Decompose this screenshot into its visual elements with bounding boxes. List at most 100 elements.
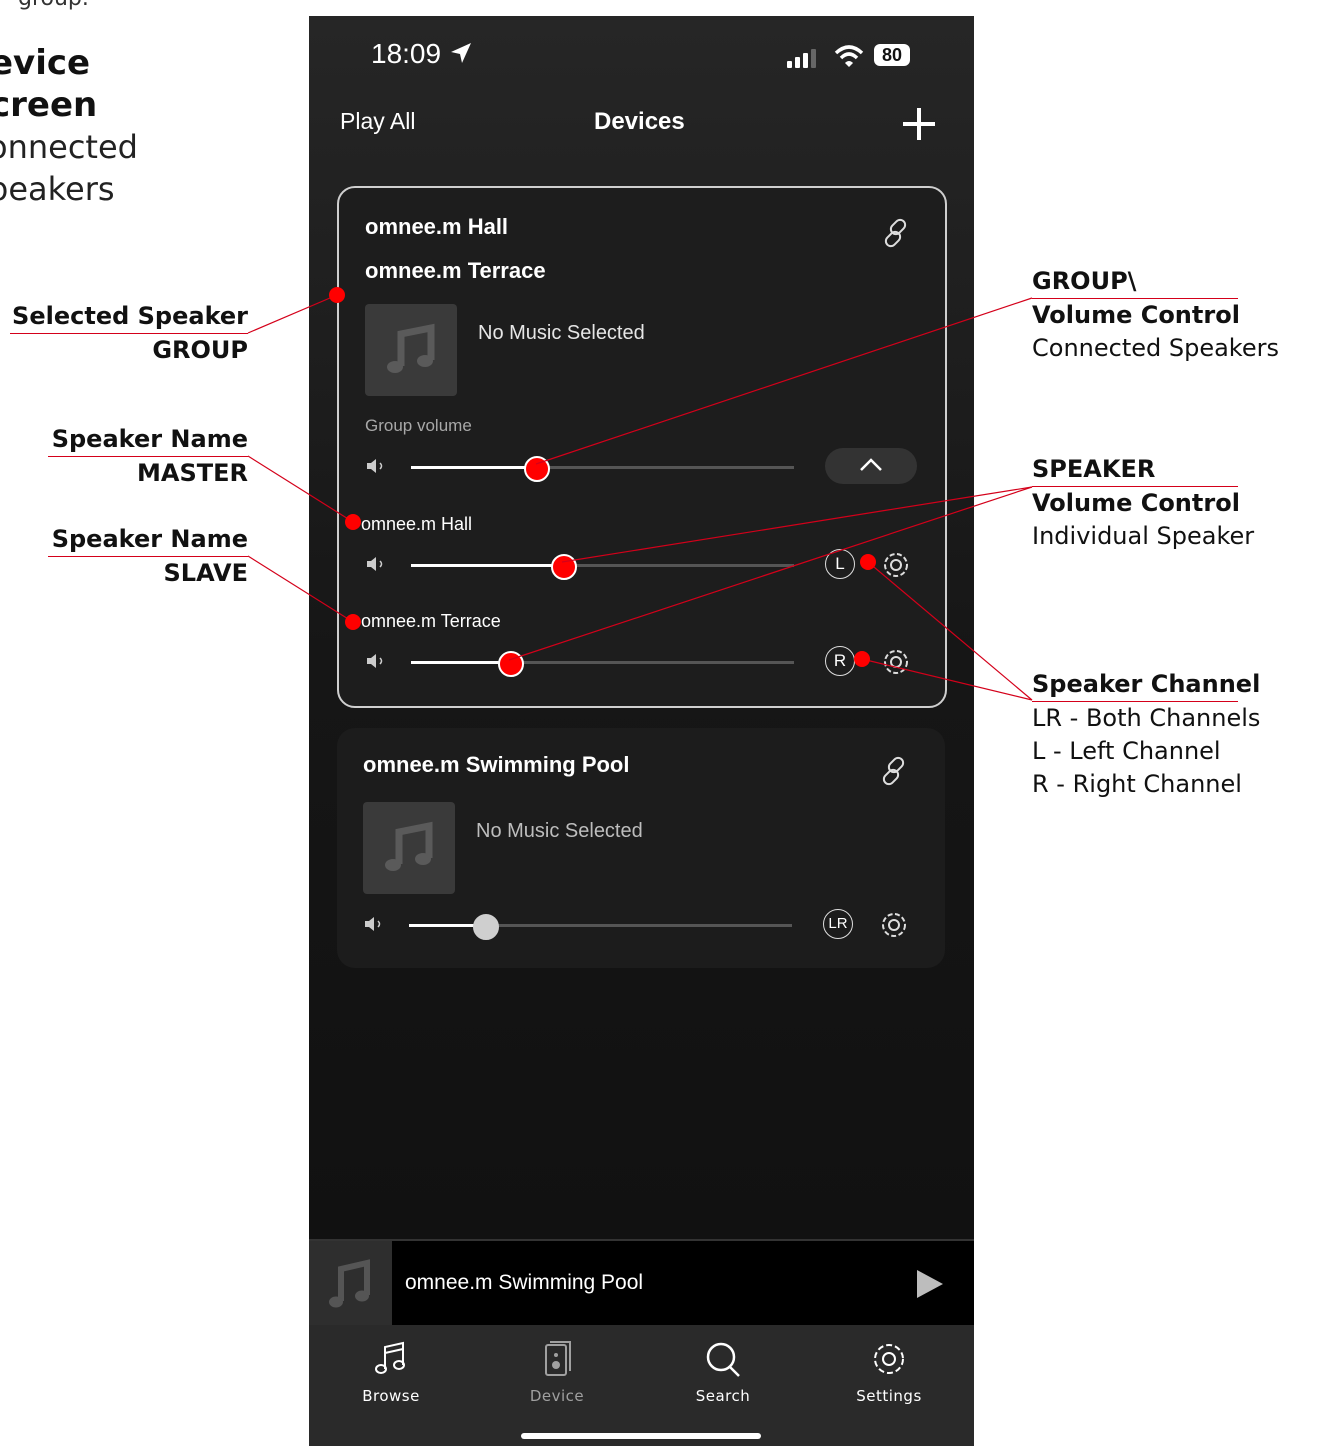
speaker-card[interactable]: omnee.m Swimming Pool No Music Selected … bbox=[337, 728, 945, 968]
group-card[interactable]: omnee.m Hall omnee.m Terrace No Music Se… bbox=[337, 186, 947, 708]
doc-sub-line1: onnected bbox=[0, 128, 138, 166]
channel-button-right[interactable]: R bbox=[825, 646, 855, 676]
cellular-signal-icon bbox=[787, 49, 816, 68]
doc-intro-tail: group. bbox=[18, 0, 89, 11]
album-art-placeholder bbox=[363, 802, 455, 894]
annotation-selected-group: Selected Speaker GROUP bbox=[10, 300, 248, 367]
annotation-title: Selected Speaker bbox=[12, 302, 248, 330]
mini-player[interactable]: omnee.m Swimming Pool bbox=[309, 1239, 974, 1327]
tab-bar: Browse Device Search Settings bbox=[309, 1325, 974, 1446]
home-indicator bbox=[521, 1433, 761, 1439]
doc-heading-line2: creen bbox=[0, 85, 98, 125]
tab-browse[interactable]: Browse bbox=[331, 1339, 451, 1405]
tab-search[interactable]: Search bbox=[663, 1339, 783, 1405]
music-note-icon bbox=[387, 323, 435, 373]
location-arrow-icon bbox=[450, 43, 471, 63]
battery-indicator: 80 bbox=[874, 44, 910, 66]
annotation-line2: Volume Control bbox=[1032, 301, 1240, 329]
now-playing-text: No Music Selected bbox=[478, 322, 645, 344]
link-icon[interactable] bbox=[879, 216, 913, 250]
annotation-sub: SLAVE bbox=[163, 559, 249, 587]
phone-screen: 18:09 80 Play All Devices omnee.m Hall o… bbox=[309, 16, 974, 1446]
annotation-sub: MASTER bbox=[137, 459, 248, 487]
tab-label: Search bbox=[695, 1387, 751, 1405]
annotation-channel-l: L - Left Channel bbox=[1032, 737, 1221, 765]
gear-icon[interactable] bbox=[879, 645, 913, 679]
search-icon bbox=[706, 1342, 740, 1377]
speaker-icon bbox=[545, 1341, 571, 1376]
tab-device[interactable]: Device bbox=[497, 1339, 617, 1405]
play-icon[interactable] bbox=[915, 1268, 945, 1300]
group-volume-label: Group volume bbox=[365, 416, 472, 435]
annotation-channel-lr: LR - Both Channels bbox=[1032, 704, 1261, 732]
member-name-master: omnee.m Hall bbox=[361, 514, 473, 534]
annotation-line1: SPEAKER bbox=[1032, 455, 1156, 483]
annotation-speaker-volume: SPEAKER Volume Control Individual Speake… bbox=[1032, 453, 1316, 553]
play-all-button[interactable]: Play All bbox=[340, 108, 415, 135]
speaker-name: omnee.m Swimming Pool bbox=[363, 752, 630, 777]
gear-icon[interactable] bbox=[879, 548, 913, 582]
album-art-placeholder bbox=[365, 304, 457, 396]
slider-knob[interactable] bbox=[472, 914, 499, 940]
member-name-slave: omnee.m Terrace bbox=[361, 611, 501, 631]
group-speaker-2: omnee.m Terrace bbox=[365, 258, 546, 283]
annotation-rule bbox=[10, 333, 248, 334]
annotation-sub: GROUP bbox=[152, 336, 248, 364]
annotation-rule bbox=[1032, 486, 1238, 487]
music-note-icon bbox=[385, 821, 433, 871]
annotation-group-volume: GROUP\ Volume Control Connected Speakers bbox=[1032, 265, 1316, 365]
annotation-title: Speaker Channel bbox=[1032, 670, 1261, 698]
doc-heading-line1: evice bbox=[0, 43, 91, 83]
page-title: Devices bbox=[594, 108, 685, 135]
status-time: 18:09 bbox=[371, 38, 473, 70]
speaker-volume-icon bbox=[365, 917, 381, 931]
doc-sub-line2: peakers bbox=[0, 170, 115, 208]
slave-volume-slider[interactable] bbox=[411, 651, 794, 677]
slider-knob[interactable] bbox=[551, 554, 578, 580]
group-speaker-1: omnee.m Hall bbox=[365, 214, 509, 239]
tab-label: Settings bbox=[856, 1387, 922, 1405]
speaker-volume-icon bbox=[367, 557, 383, 571]
speaker-volume-slider[interactable] bbox=[409, 914, 792, 940]
tab-label: Device bbox=[529, 1387, 585, 1405]
now-playing-text: No Music Selected bbox=[476, 820, 643, 842]
master-volume-slider[interactable] bbox=[411, 554, 794, 580]
annotation-line3: Individual Speaker bbox=[1032, 522, 1255, 550]
annotation-rule bbox=[1032, 701, 1238, 702]
slider-fill bbox=[411, 466, 538, 469]
link-icon[interactable] bbox=[877, 754, 911, 788]
chevron-up-icon bbox=[860, 458, 882, 471]
group-volume-slider[interactable] bbox=[411, 456, 794, 482]
annotation-title: Speaker Name bbox=[51, 525, 248, 553]
annotation-line1: GROUP\ bbox=[1032, 267, 1137, 295]
status-time-text: 18:09 bbox=[371, 38, 442, 69]
annotation-rule bbox=[1032, 298, 1238, 299]
speaker-volume-icon bbox=[367, 654, 383, 668]
collapse-button[interactable] bbox=[825, 448, 917, 484]
annotation-line3: Connected Speakers bbox=[1032, 334, 1279, 362]
player-album-art bbox=[309, 1241, 392, 1327]
annotation-line2: Volume Control bbox=[1032, 489, 1240, 517]
annotation-master: Speaker Name MASTER bbox=[48, 423, 248, 490]
annotation-title: Speaker Name bbox=[51, 425, 248, 453]
slider-fill bbox=[411, 564, 565, 567]
doc-heading: evice creen bbox=[0, 42, 97, 126]
annotation-rule bbox=[48, 456, 248, 457]
slider-knob[interactable] bbox=[524, 456, 551, 482]
music-note-icon bbox=[329, 1259, 370, 1308]
annotation-channel-r: R - Right Channel bbox=[1032, 770, 1242, 798]
annotation-rule bbox=[48, 556, 248, 557]
speaker-volume-icon bbox=[367, 459, 383, 473]
slider-knob[interactable] bbox=[497, 651, 524, 677]
channel-button-both[interactable]: LR bbox=[823, 909, 853, 939]
annotation-slave: Speaker Name SLAVE bbox=[48, 523, 248, 590]
tab-label: Browse bbox=[362, 1387, 420, 1405]
music-note-icon bbox=[375, 1341, 405, 1374]
player-title: omnee.m Swimming Pool bbox=[405, 1271, 644, 1294]
plus-icon[interactable] bbox=[901, 104, 937, 144]
slider-fill bbox=[411, 661, 511, 664]
tab-settings[interactable]: Settings bbox=[829, 1339, 949, 1405]
annotation-channel: Speaker Channel LR - Both Channels L - L… bbox=[1032, 668, 1316, 801]
channel-button-left[interactable]: L bbox=[825, 549, 855, 579]
gear-icon[interactable] bbox=[877, 908, 911, 942]
